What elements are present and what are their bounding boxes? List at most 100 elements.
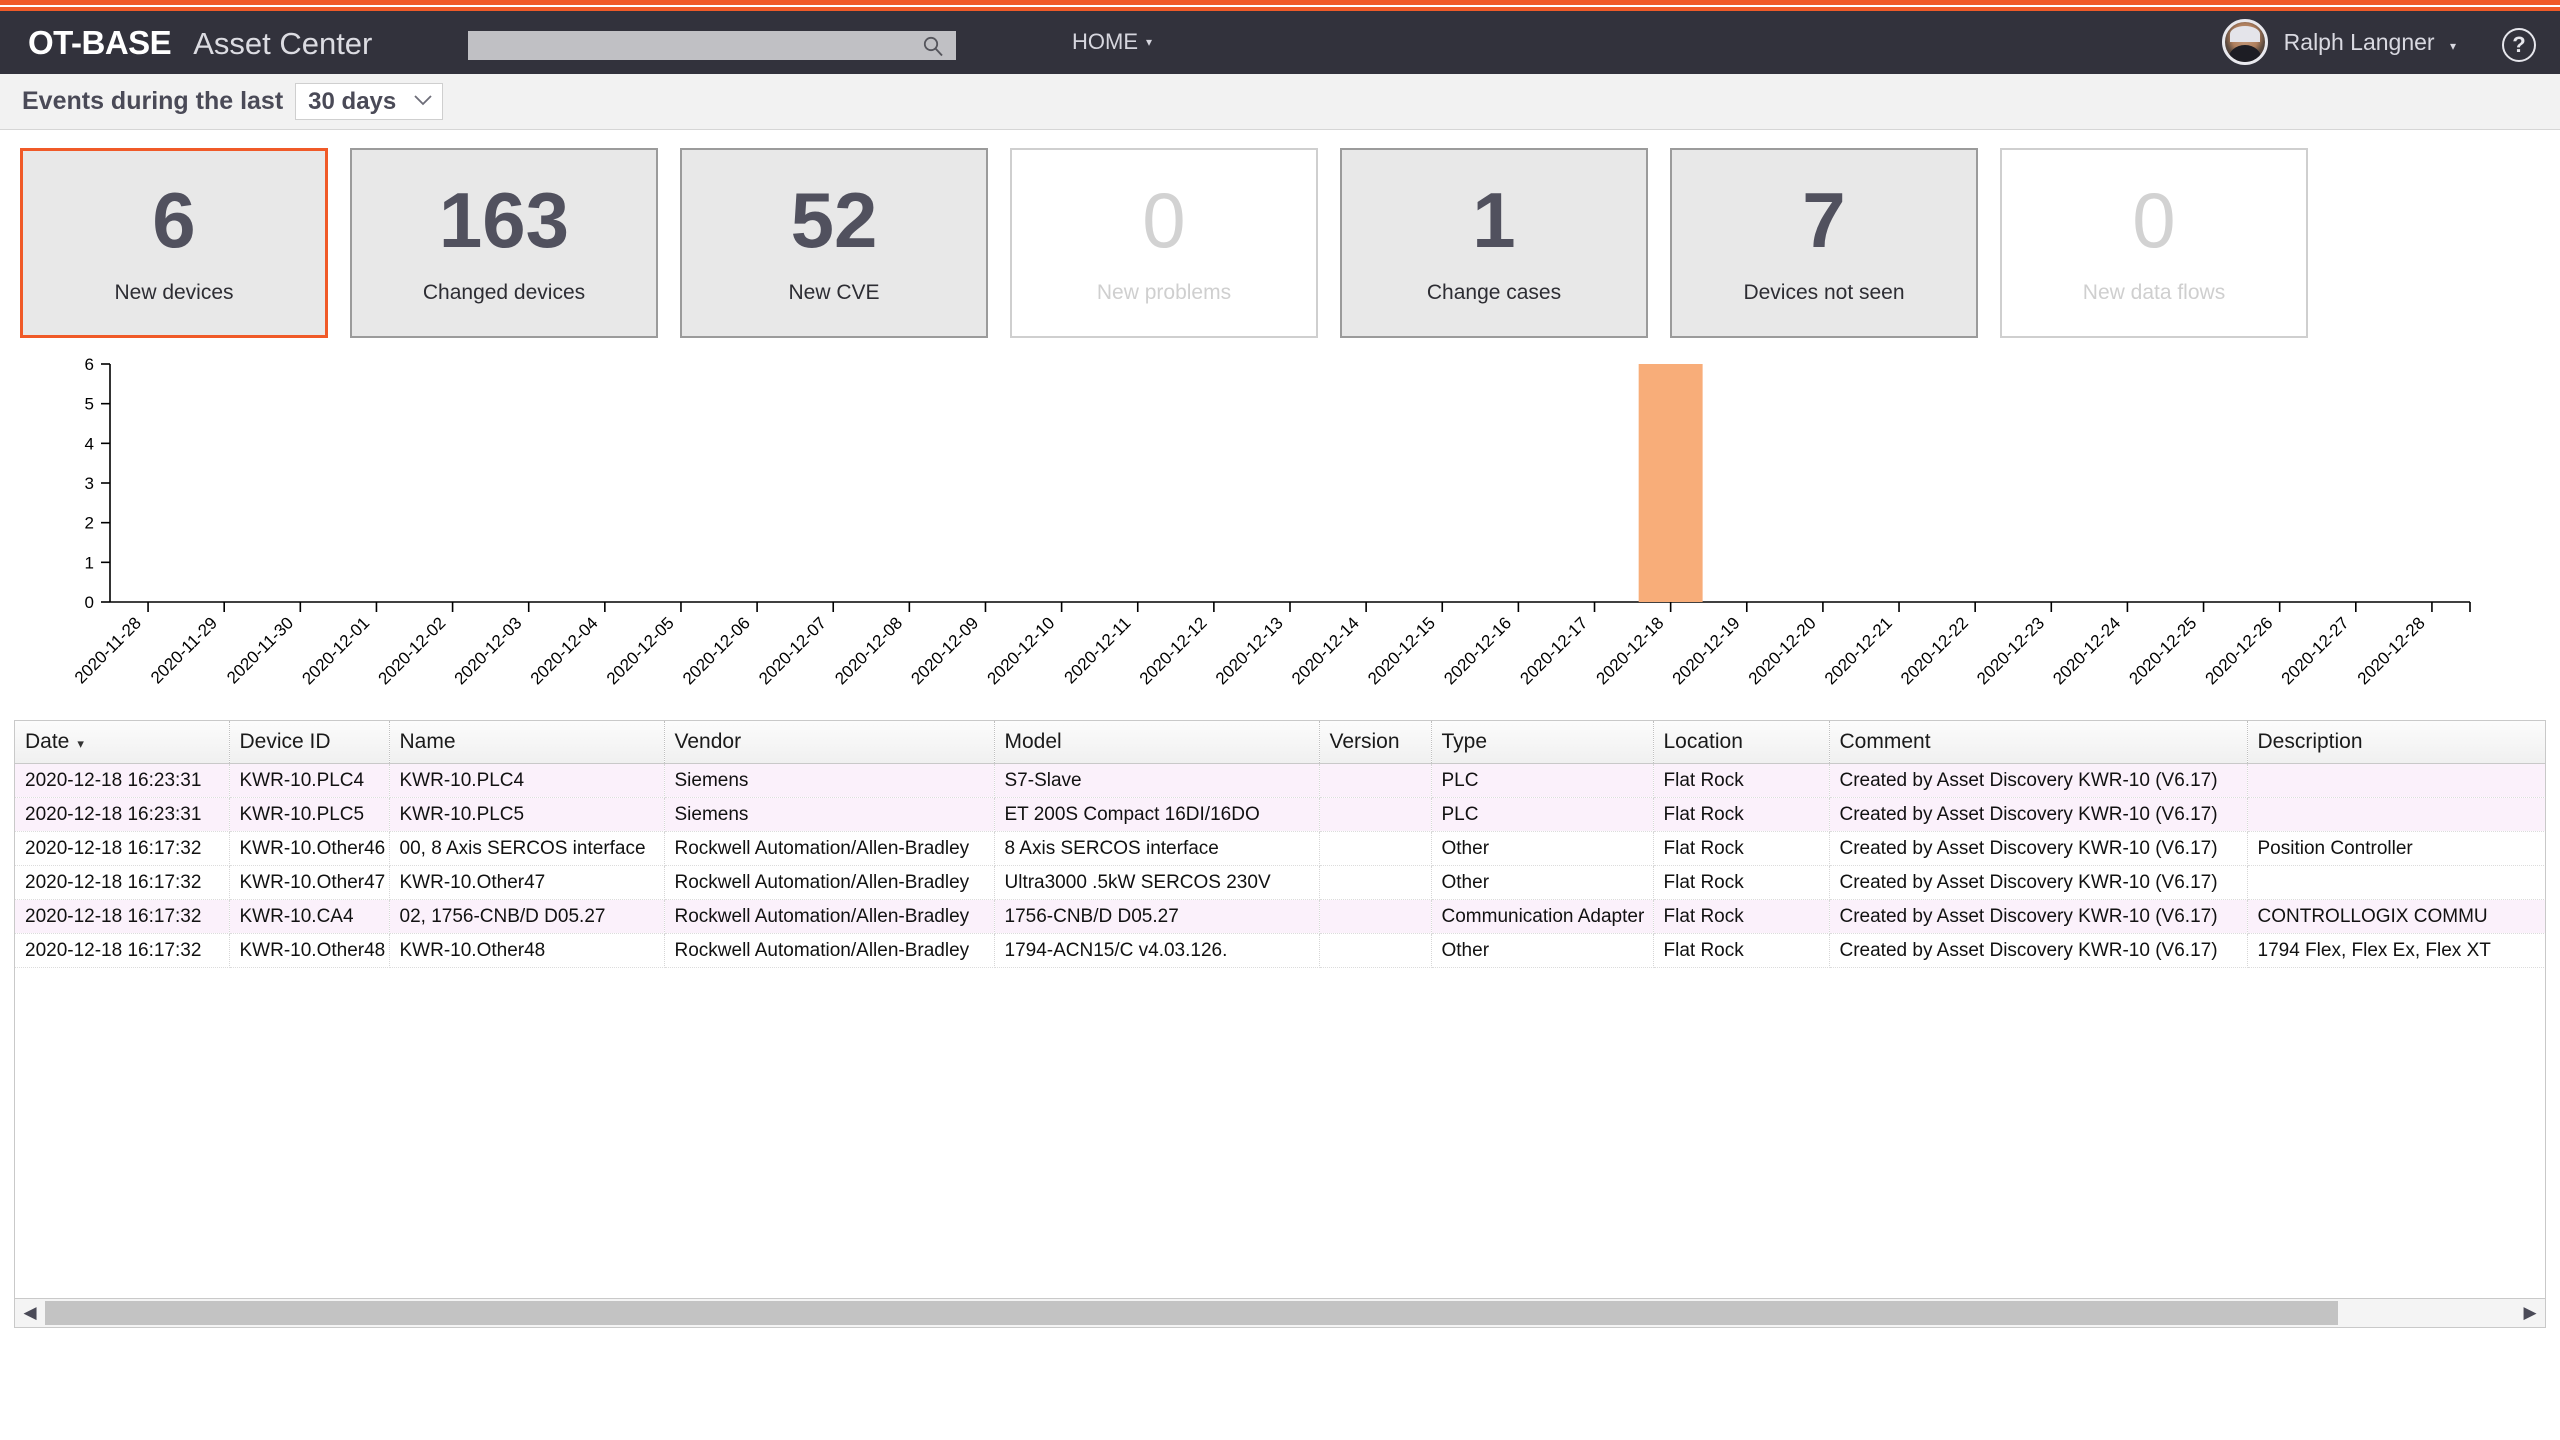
x-tick-label: 2020-12-03 [451,613,526,688]
table-cell-empty [994,1273,1319,1298]
x-tick-label: 2020-12-05 [603,613,678,688]
table-cell-version [1319,933,1432,968]
events-range-label: Events during the last [22,87,284,115]
table-cell-empty [1431,1273,1653,1298]
table-header-date[interactable]: Date ▾ [15,721,230,764]
table-cell-empty [229,967,389,1002]
kpi-label: Change cases [1426,281,1562,304]
table-cell-empty [229,1035,389,1070]
table-cell-empty [229,1137,389,1172]
table-cell-empty [1319,1171,1431,1206]
table-cell-empty [2247,1035,2545,1070]
table-cell-empty [1431,1205,1653,1240]
kpi-value: 163 [438,176,570,264]
table-header-vendor[interactable]: Vendor [664,721,995,764]
sort-descending-icon[interactable]: ▾ [77,736,84,751]
table-cell-date: 2020-12-18 16:17:32 [15,899,230,934]
table-cell-name: KWR-10.PLC5 [389,797,665,832]
table-header-version[interactable]: Version [1319,721,1432,764]
table-cell-empty [2247,1069,2545,1104]
table-cell-empty [994,1103,1319,1138]
table-row[interactable]: 2020-12-18 16:17:32 KWR-10.CA4 02, 1756-CN… [15,899,2545,934]
kpi-value: 1 [1472,176,1516,264]
table-row-empty [15,1171,2545,1206]
table-cell-empty [1653,967,1829,1002]
user-menu[interactable]: Ralph Langner ▾ [2221,19,2456,65]
kpi-card-new-problems[interactable]: 0 New problems [1010,148,1318,338]
table-cell-empty [1829,1137,2247,1172]
table-cell-model: 1794-ACN15/C v4.03.126. [994,933,1320,968]
table-header-comment[interactable]: Comment [1829,721,2248,764]
search-box[interactable] [468,31,956,60]
chevron-down-icon: ▾ [2449,38,2456,53]
x-tick-label: 2020-12-26 [2202,613,2277,688]
table-cell-empty [664,1171,994,1206]
table-row-empty [15,1103,2545,1138]
x-tick-label: 2020-12-27 [2278,613,2353,688]
scrollbar-thumb[interactable] [45,1301,2338,1325]
table-cell-empty [994,1001,1319,1036]
table-cell-version [1319,831,1432,866]
x-tick-label: 2020-12-13 [1212,613,1287,688]
kpi-card-new-cve[interactable]: 52 New CVE [680,148,988,338]
chart-bar[interactable] [1638,364,1703,602]
x-tick-label: 2020-12-21 [1821,613,1896,688]
table-row[interactable]: 2020-12-18 16:23:31 KWR-10.PLC4 KWR-10.PLC… [15,763,2545,798]
table-cell-empty [229,1001,389,1036]
table-header-location[interactable]: Location [1653,721,1830,764]
table-header-model[interactable]: Model [994,721,1320,764]
table-cell-empty [389,967,664,1002]
table-cell-device-id: KWR-10.Other47 [229,865,390,900]
table-cell-device-id: KWR-10.CA4 [229,899,390,934]
table-header-type[interactable]: Type [1431,721,1654,764]
kpi-card-new-devices[interactable]: 6 New devices [20,148,328,338]
kpi-card-changed-devices[interactable]: 163 Changed devices [350,148,658,338]
kpi-card-new-data-flows[interactable]: 0 New data flows [2000,148,2308,338]
table-header-name[interactable]: Name [389,721,665,764]
scrollbar-track[interactable] [45,1299,2515,1327]
table-cell-empty [1431,1239,1653,1274]
table-header-label: Version [1329,730,1400,753]
kpi-card-change-cases[interactable]: 1 Change cases [1340,148,1648,338]
table-row-empty [15,967,2545,1002]
kpi-card-devices-not-seen[interactable]: 7 Devices not seen [1670,148,1978,338]
scroll-left-arrow-icon[interactable]: ◀ [15,1299,45,1327]
table-cell-device-id: KWR-10.Other46 [229,831,390,866]
table-header-description[interactable]: Description [2247,721,2545,764]
table-cell-empty [389,1171,664,1206]
table-cell-empty [1829,1239,2247,1274]
help-icon[interactable]: ? [2502,28,2536,62]
table-cell-empty [15,1273,229,1298]
table-cell-type: Other [1431,865,1654,900]
nav-home[interactable]: HOME ▾ [1072,29,1152,55]
x-tick-label: 2020-12-07 [755,613,830,688]
kpi-label: New devices [114,281,234,304]
time-range-select[interactable]: 30 days [295,83,444,120]
table-cell-location: Flat Rock [1653,933,1830,968]
chevron-down-icon [414,93,432,110]
table-row[interactable]: 2020-12-18 16:17:32 KWR-10.Other46 00, 8 A… [15,831,2545,866]
app-title: Asset Center [193,25,373,61]
table-cell-empty [389,1205,664,1240]
search-input[interactable] [468,36,922,55]
search-icon[interactable] [922,35,948,57]
table-row[interactable]: 2020-12-18 16:17:32 KWR-10.Other48 KWR-10.… [15,933,2545,968]
y-tick-label: 1 [85,553,94,572]
scroll-right-arrow-icon[interactable]: ▶ [2515,1299,2545,1327]
table-header-device-id[interactable]: Device ID [229,721,390,764]
table-cell-empty [1431,967,1653,1002]
kpi-label: Changed devices [422,281,586,304]
table-cell-empty [1431,1035,1653,1070]
table-header-label: Comment [1839,730,1931,753]
table-cell-empty [15,1035,229,1070]
table-row[interactable]: 2020-12-18 16:23:31 KWR-10.PLC5 KWR-10.PLC… [15,797,2545,832]
table-cell-empty [1653,1035,1829,1070]
table-row[interactable]: 2020-12-18 16:17:32 KWR-10.Other47 KWR-10.… [15,865,2545,900]
help-glyph: ? [2512,32,2526,57]
horizontal-scrollbar[interactable]: ◀ ▶ [14,1298,2546,1328]
x-tick-label: 2020-11-30 [223,613,297,687]
events-bar-chart-svg: 01234562020-11-28 2020-11-29 2020-11-30 202… [71,355,2471,688]
table-cell-model: Ultra3000 .5kW SERCOS 230V [994,865,1320,900]
table-cell-description [2247,797,2545,832]
table-cell-comment: Created by Asset Discovery KWR-10 (V6.17… [1829,797,2248,832]
